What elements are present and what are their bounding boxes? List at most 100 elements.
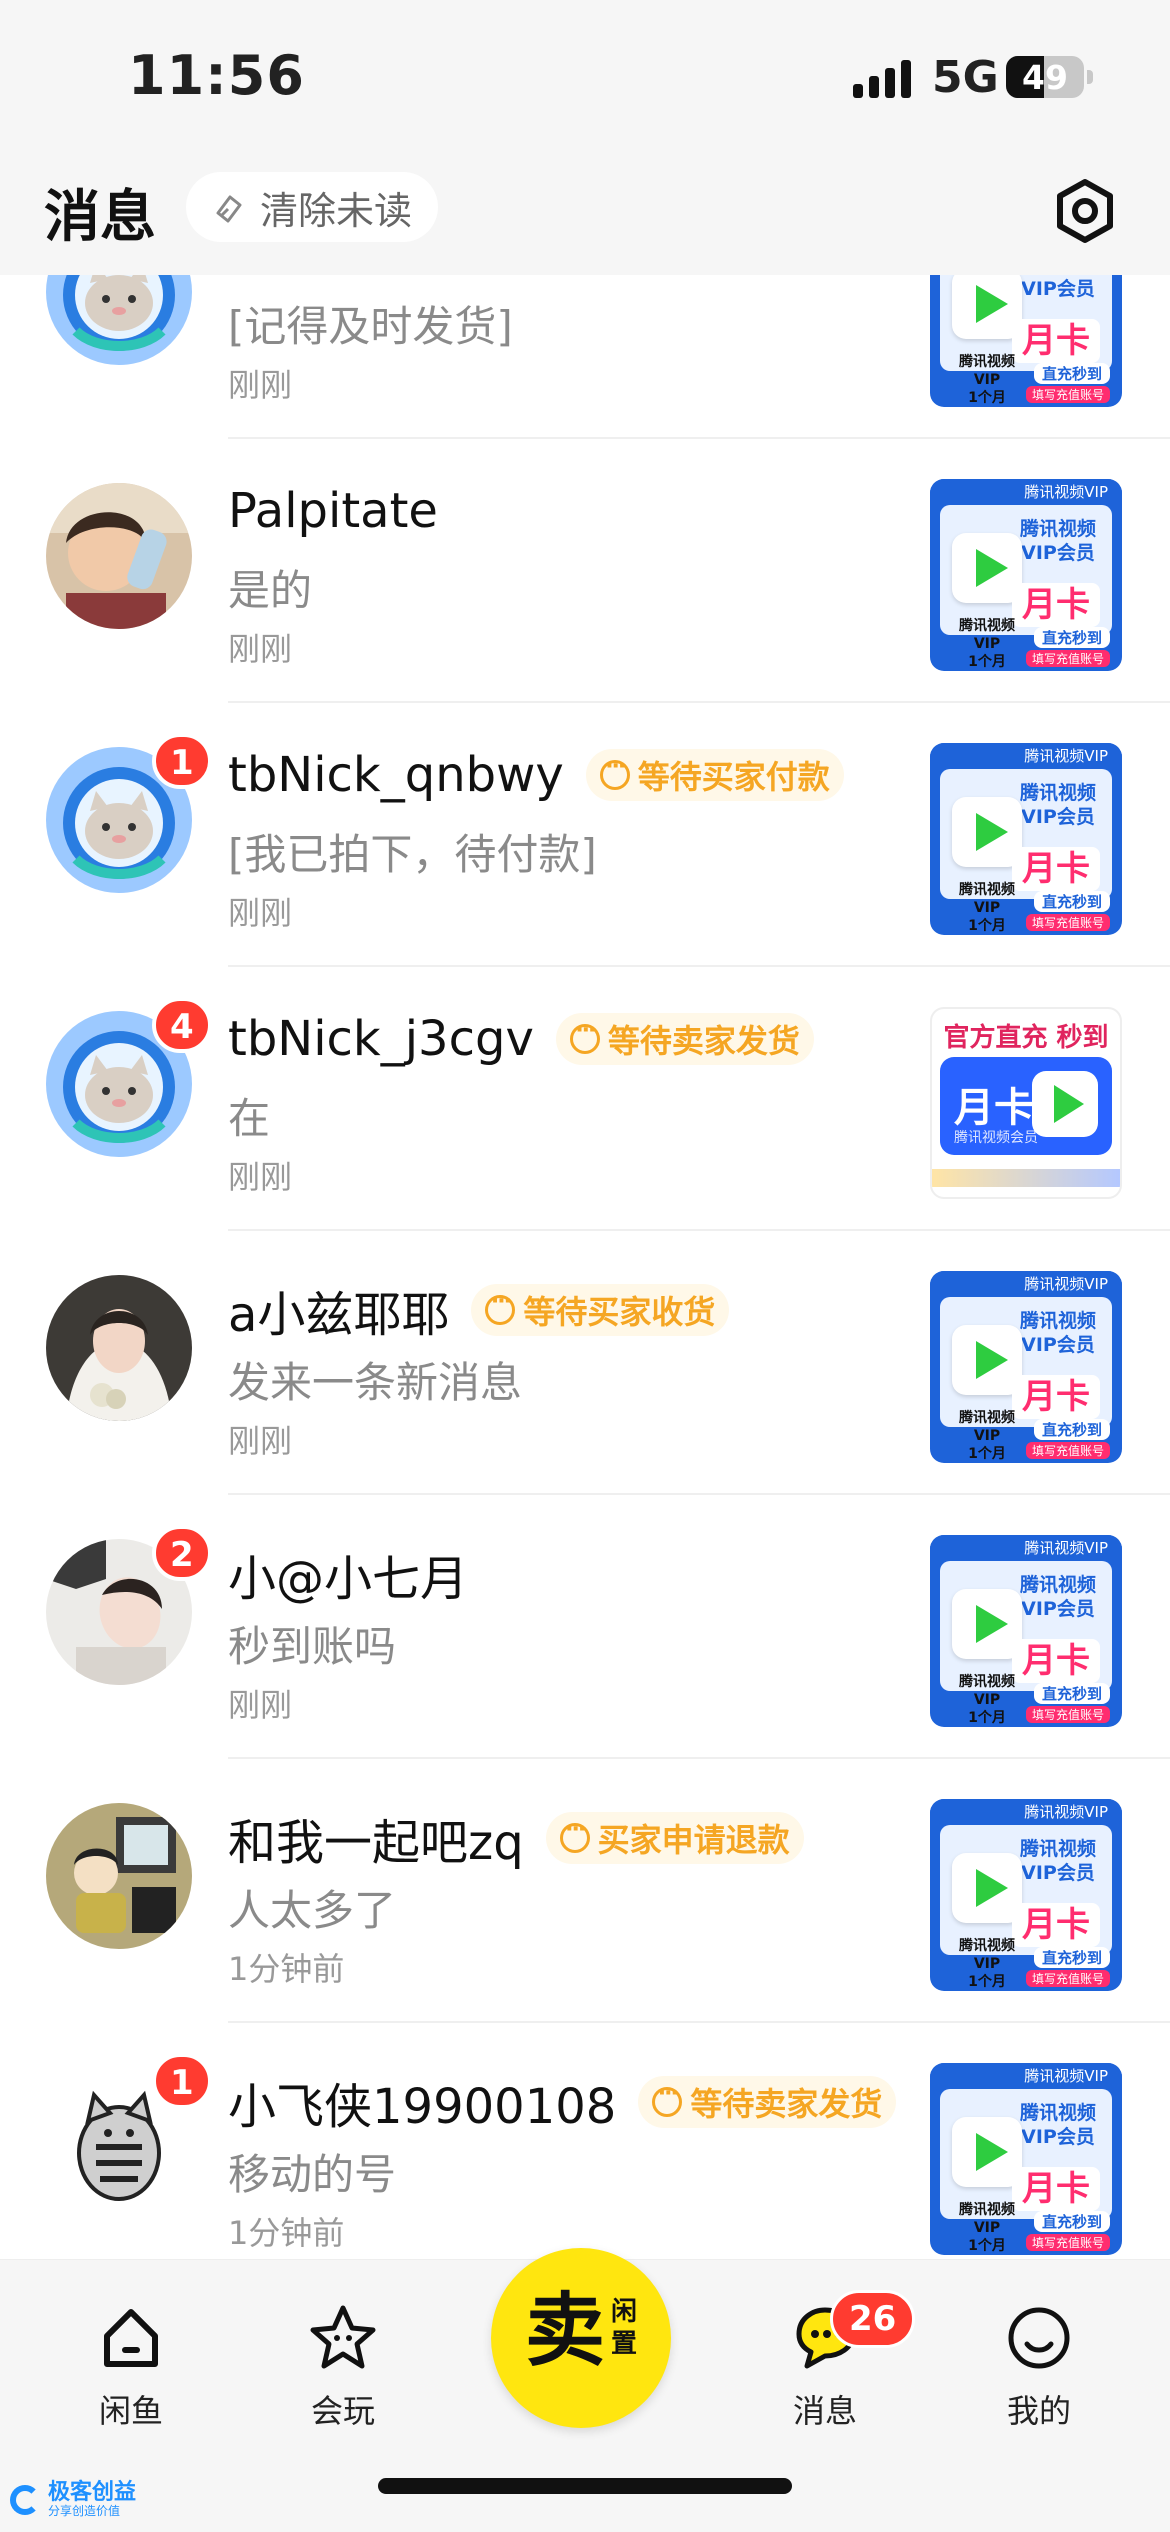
clear-unread-label: 清除未读 bbox=[260, 188, 413, 233]
thumb-headline: 官方直充 秒到 bbox=[943, 1023, 1109, 1053]
clear-unread-button[interactable]: 清除未读 bbox=[186, 172, 439, 242]
thumb-fast-label: 直充秒到 bbox=[1033, 627, 1110, 648]
conversation-row[interactable]: Palpitate 是的刚刚 腾讯视频VIP 腾讯视频 VIP会员 月卡 腾讯视频VIP … bbox=[0, 439, 1170, 703]
last-message: 是的 bbox=[228, 566, 313, 615]
watermark: 极客创益 分享创造价值 bbox=[10, 2474, 136, 2526]
thumb-panel: 腾讯视频 VIP会员月卡腾讯视频VIP 1个月 bbox=[940, 1825, 1112, 1990]
thumb-card-label: 月卡 bbox=[1012, 1375, 1100, 1419]
thumb-fast-label: 直充秒到 bbox=[1033, 363, 1110, 384]
contact-name: Palpitate bbox=[228, 483, 438, 539]
thumb-brand: 腾讯视频 VIP会员 bbox=[1019, 518, 1096, 564]
play-icon bbox=[1032, 1071, 1098, 1137]
thumb-footer: 直充秒到 填写充值账号 bbox=[930, 2211, 1122, 2251]
last-message: [我已拍下，待付款] bbox=[228, 830, 597, 879]
conversation-row[interactable]: 1tbNick_qnbwy等待买家付款[我已拍下，待付款]刚刚腾讯视频VIP腾讯… bbox=[0, 703, 1170, 967]
star-icon bbox=[310, 2305, 376, 2369]
thumb-panel: 腾讯视频 VIP会员月卡腾讯视频VIP 1个月 bbox=[940, 2089, 1112, 2254]
order-status-label: 等待卖家发货 bbox=[607, 1022, 800, 1060]
name-line: tbNick_j3cgv 等待卖家发货 bbox=[228, 1011, 814, 1067]
sell-button[interactable]: 卖 闲置 bbox=[491, 2248, 671, 2428]
order-status-label: 等待买家付款 bbox=[637, 758, 830, 796]
thumb-panel: 腾讯视频 VIP会员月卡腾讯视频VIP 1个月 bbox=[940, 275, 1112, 406]
status-time: 11:56 bbox=[128, 44, 305, 107]
last-message: 秒到账吗 bbox=[228, 1622, 397, 1671]
name-line: tbNick_qnbwy 等待买家付款 bbox=[228, 747, 844, 803]
tab-mine[interactable]: 我的 bbox=[964, 2302, 1114, 2432]
conversation-row[interactable]: 和我一起吧zq买家申请退款人太多了1分钟前腾讯视频VIP腾讯视频 VIP会员月卡… bbox=[0, 1759, 1170, 2023]
order-status-label: 买家申请退款 bbox=[597, 1821, 790, 1859]
product-thumbnail[interactable]: 腾讯视频VIP腾讯视频 VIP会员月卡腾讯视频VIP 1个月直充秒到填写充值账号 bbox=[930, 479, 1122, 671]
conversation-row[interactable]: 2 小@小七月 秒到账吗 刚刚 腾讯视频VIP 腾讯视频 VIP会员 月卡 腾讯视频VIP 1… bbox=[0, 1495, 1170, 1759]
thumb-card-label: 月卡 bbox=[1012, 319, 1100, 363]
message-time: 刚刚 bbox=[228, 630, 293, 668]
contact-name: 小@小七月 bbox=[228, 1551, 469, 1607]
messages-unread-badge: 26 bbox=[830, 2290, 916, 2348]
product-thumbnail[interactable]: 腾讯视频VIP腾讯视频 VIP会员月卡腾讯视频VIP 1个月直充秒到填写充值账号 bbox=[930, 743, 1122, 935]
thumb-brand: 腾讯视频 VIP会员 bbox=[1019, 1310, 1096, 1356]
thumb-brand: 腾讯视频 VIP会员 bbox=[1020, 275, 1096, 300]
last-message: 人太多了 bbox=[228, 1886, 397, 1935]
thumb-card-label: 月卡 bbox=[1012, 1639, 1100, 1683]
broom-icon bbox=[216, 195, 242, 223]
product-thumbnail[interactable]: 腾讯视频VIP腾讯视频 VIP会员月卡腾讯视频VIP 1个月直充秒到填写充值账号 bbox=[930, 1799, 1122, 1991]
order-status-tag: 买家申请退款 bbox=[545, 1812, 804, 1864]
thumb-card-label: 月卡 bbox=[1012, 583, 1100, 627]
thumb-fast-label: 直充秒到 bbox=[1033, 1683, 1110, 1704]
battery-icon: 49 bbox=[1006, 56, 1084, 98]
contact-name: 和我一起吧zq bbox=[228, 1815, 524, 1871]
thumb-brand: 腾讯视频 VIP会员 bbox=[1019, 1574, 1096, 1620]
avatar[interactable] bbox=[46, 1275, 192, 1421]
avatar[interactable] bbox=[46, 483, 192, 629]
message-time: 刚刚 bbox=[228, 1158, 293, 1196]
thumb-brand-top: 腾讯视频VIP bbox=[930, 1799, 1122, 1825]
home-indicator[interactable] bbox=[378, 2478, 792, 2494]
thumb-footer: 直充秒到填写充值账号 bbox=[930, 1683, 1122, 1723]
more-dots-icon bbox=[559, 1817, 590, 1853]
tab-play[interactable]: 会玩 bbox=[268, 2302, 418, 2432]
more-dots-icon bbox=[569, 1018, 600, 1054]
last-message: 移动的号 bbox=[228, 2150, 397, 2199]
thumb-panel: 腾讯视频 VIP会员月卡腾讯视频VIP 1个月 bbox=[940, 769, 1112, 934]
thumb-card-label: 月卡 bbox=[1012, 847, 1100, 891]
conversation-row[interactable]: [记得及时发货]刚刚腾讯视频VIP腾讯视频 VIP会员月卡腾讯视频VIP 1个月… bbox=[0, 275, 1170, 439]
avatar[interactable] bbox=[46, 1803, 192, 1949]
avatar[interactable] bbox=[46, 275, 192, 365]
thumb-panel: 腾讯视频 VIP会员月卡腾讯视频VIP 1个月 bbox=[940, 1561, 1112, 1726]
conversation-row[interactable]: 1小飞侠19900108等待卖家发货移动的号1分钟前腾讯视频VIP腾讯视频 VI… bbox=[0, 2023, 1170, 2259]
contact-name: a小兹耶耶 bbox=[228, 1287, 450, 1343]
order-status-tag: 等待卖家发货 bbox=[638, 2076, 897, 2128]
thumb-footer: 直充秒到 填写充值账号 bbox=[930, 891, 1122, 931]
contact-name: tbNick_j3cgv bbox=[228, 1011, 534, 1067]
sell-label: 卖 bbox=[525, 2284, 605, 2377]
conversation-row[interactable]: 4 tbNick_j3cgv 等待卖家发货在刚刚 官方直充 秒到月卡腾讯视频会员 bbox=[0, 967, 1170, 1231]
conversation-list[interactable]: [记得及时发货]刚刚腾讯视频VIP腾讯视频 VIP会员月卡腾讯视频VIP 1个月… bbox=[0, 275, 1170, 2259]
thumb-brand-top: 腾讯视频VIP bbox=[930, 2063, 1122, 2089]
message-time: 刚刚 bbox=[228, 1686, 293, 1724]
page-title: 消息 bbox=[44, 185, 156, 250]
thumb-fill-label: 填写充值账号 bbox=[1025, 1706, 1110, 1723]
thumb-footer-strip bbox=[932, 1169, 1120, 1187]
order-status-label: 等待卖家发货 bbox=[690, 2085, 883, 2123]
product-thumbnail[interactable]: 腾讯视频VIP腾讯视频 VIP会员月卡腾讯视频VIP 1个月直充秒到填写充值账号 bbox=[930, 1535, 1122, 1727]
thumb-card-sub: 腾讯视频会员 bbox=[954, 1130, 1038, 1146]
product-thumbnail[interactable]: 腾讯视频VIP腾讯视频 VIP会员月卡腾讯视频VIP 1个月直充秒到填写充值账号 bbox=[930, 2063, 1122, 2255]
tab-home[interactable]: 闲鱼 bbox=[56, 2302, 206, 2432]
more-dots-icon bbox=[485, 1289, 516, 1325]
order-status-tag: 等待买家收货 bbox=[471, 1284, 730, 1336]
battery-percent: 49 bbox=[1022, 58, 1068, 97]
thumb-card-label: 月卡 bbox=[954, 1085, 1034, 1131]
thumb-fast-label: 直充秒到 bbox=[1033, 891, 1110, 912]
thumb-fill-label: 填写充值账号 bbox=[1025, 1970, 1110, 1987]
conversation-row[interactable]: a小兹耶耶等待买家收货发来一条新消息刚刚腾讯视频VIP腾讯视频 VIP会员月卡腾… bbox=[0, 1231, 1170, 1495]
settings-icon[interactable] bbox=[1050, 176, 1120, 246]
thumb-brand: 腾讯视频 VIP会员 bbox=[1019, 782, 1096, 828]
thumb-footer: 直充秒到 填写充值账号 bbox=[930, 1947, 1122, 1987]
thumb-brand: 腾讯视频 VIP会员 bbox=[1019, 2102, 1096, 2148]
product-thumbnail[interactable]: 腾讯视频VIP腾讯视频 VIP会员月卡腾讯视频VIP 1个月直充秒到填写充值账号 bbox=[930, 1271, 1122, 1463]
message-time: 刚刚 bbox=[228, 1422, 293, 1460]
last-message: [记得及时发货] bbox=[228, 302, 513, 351]
status-bar: 11:56 5G 49 bbox=[0, 0, 1170, 150]
product-thumbnail[interactable]: 官方直充 秒到月卡 腾讯视频会员 bbox=[930, 1007, 1122, 1199]
product-thumbnail[interactable]: 腾讯视频VIP腾讯视频 VIP会员月卡腾讯视频VIP 1个月直充秒到填写充值账号 bbox=[930, 275, 1122, 407]
name-line: Palpitate bbox=[228, 483, 438, 539]
